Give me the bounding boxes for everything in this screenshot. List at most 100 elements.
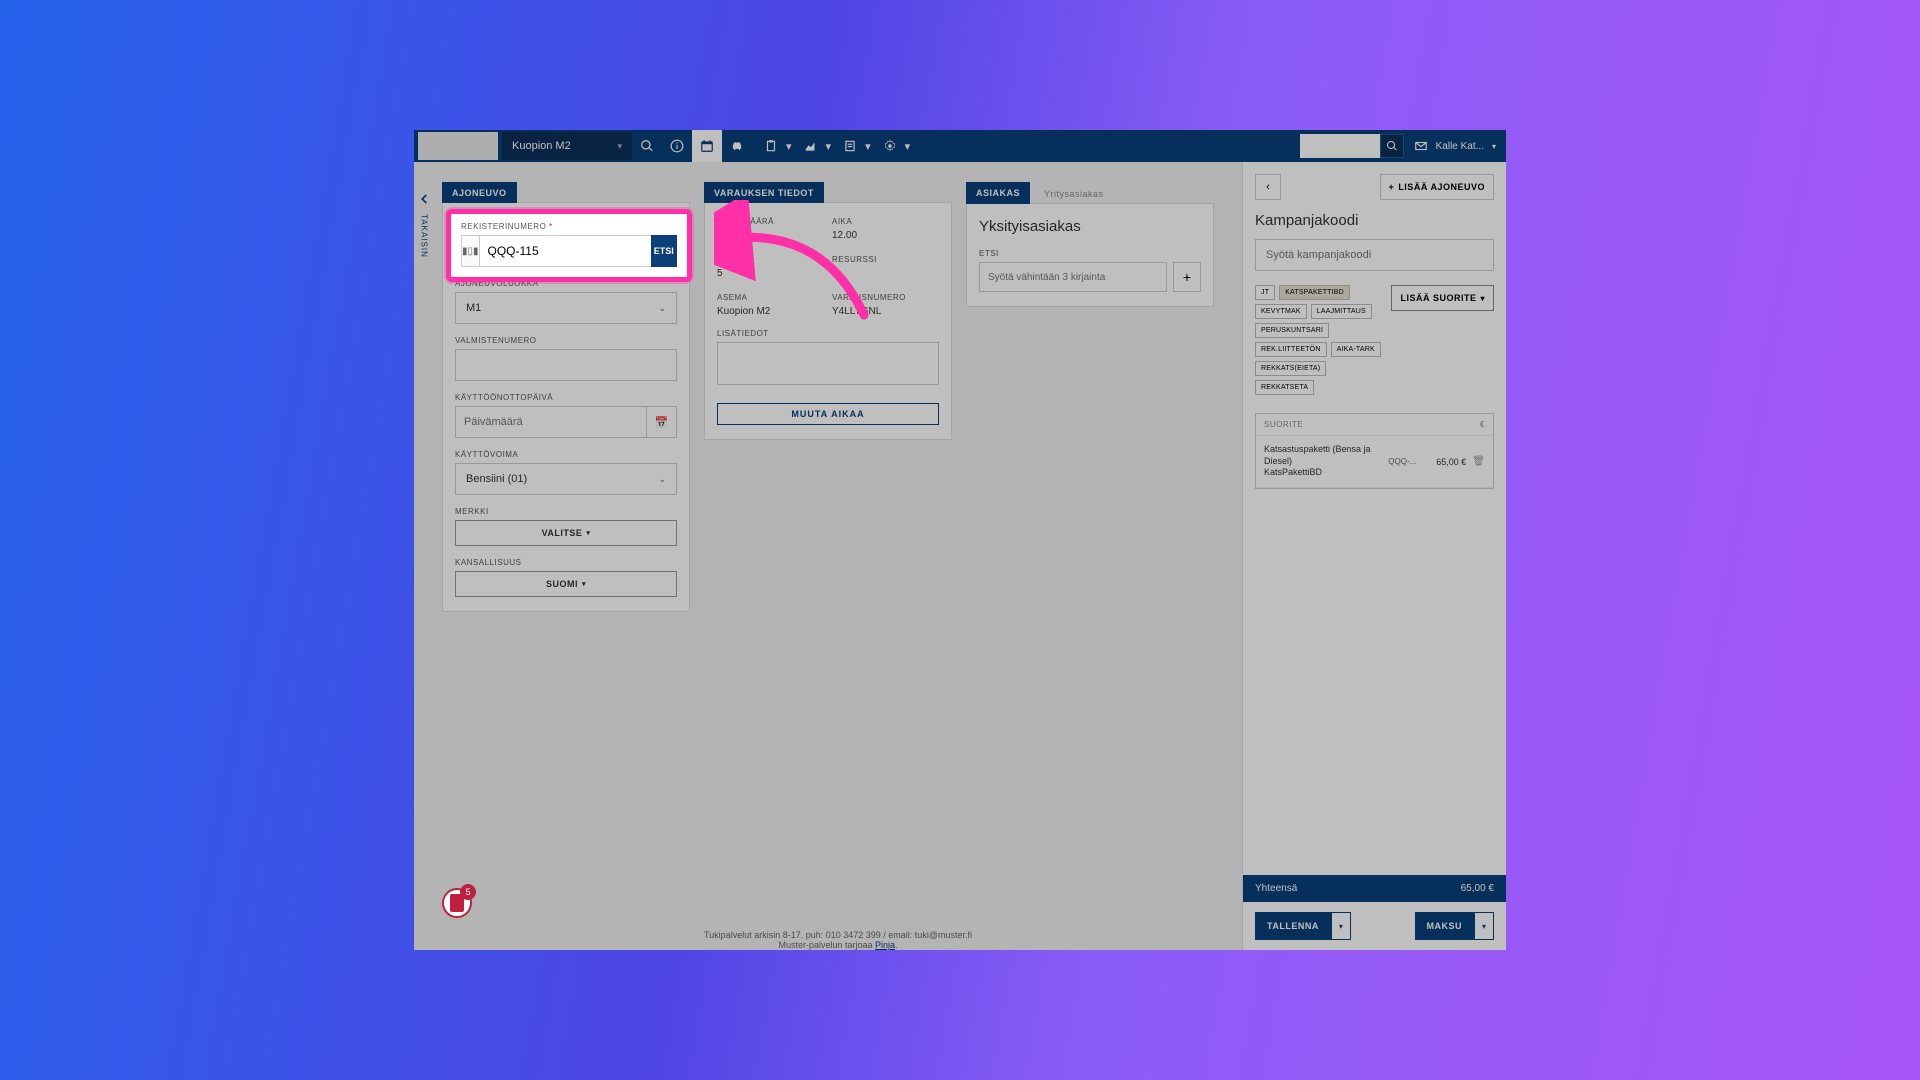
total-label: Yhteensä (1255, 883, 1297, 894)
notification-badge[interactable]: 5 (442, 888, 472, 918)
nationality-label: KANSALLISUUS (455, 558, 677, 567)
car-icon-btn[interactable] (722, 130, 752, 162)
service-pill[interactable]: REK.LIITTEETÖN (1255, 342, 1327, 357)
nationality-button[interactable]: SUOMI ▾ (455, 571, 677, 597)
service-pill[interactable]: JT (1255, 285, 1275, 300)
chevron-down-icon: ▾ (1480, 294, 1485, 303)
pay-dropdown[interactable]: ▾ (1474, 912, 1494, 940)
service-pill[interactable]: KEVYTMAK (1255, 304, 1307, 319)
chevron-down-icon: ▾ (582, 580, 586, 588)
tab-customer[interactable]: ASIAKAS (966, 182, 1030, 204)
back-label: TAKAISIN (420, 214, 429, 258)
service-row: Katsastuspaketti (Bensa ja Diesel) KatsP… (1256, 436, 1493, 488)
annotation-arrow (714, 200, 884, 330)
add-vehicle-label: LISÄÄ AJONEUVO (1398, 182, 1485, 192)
campaign-input[interactable] (1255, 239, 1494, 271)
add-service-label: LISÄÄ SUORITE (1400, 293, 1476, 303)
add-customer-button[interactable]: + (1173, 262, 1201, 292)
top-icon-row: ▾ ▾ ▾ ▾ (632, 130, 914, 162)
user-name: Kalle Kat... (1436, 141, 1484, 152)
back-rail[interactable]: TAKAISIN (414, 162, 434, 950)
power-label: KÄYTTÖVOIMA (455, 450, 677, 459)
chevron-down-icon: ▾ (617, 141, 622, 152)
mail-icon (1414, 139, 1428, 153)
customer-title: Yksityisasiakas (979, 218, 1201, 235)
notif-count: 5 (460, 884, 476, 900)
calendar-icon-btn[interactable] (692, 130, 722, 162)
trash-icon[interactable]: 🗑 (1472, 456, 1485, 467)
service-list: SUORITE € Katsastuspaketti (Bensa ja Die… (1255, 413, 1494, 489)
class-select[interactable]: M1 ⌄ (455, 292, 677, 324)
calendar-icon[interactable]: 📅 (647, 406, 677, 438)
top-search (1300, 134, 1404, 158)
gear-icon-btn[interactable] (875, 130, 905, 162)
service-pill[interactable]: REKKATS(EIETA) (1255, 361, 1326, 376)
station-selector[interactable]: Kuopion M2 ▾ (502, 132, 632, 160)
save-split-button: TALLENNA ▾ (1255, 912, 1351, 940)
collapse-button[interactable]: ‹ (1255, 174, 1281, 200)
chevron-down-icon: ▾ (865, 140, 871, 153)
action-row: TALLENNA ▾ MAKSU ▾ (1243, 902, 1506, 950)
footer-line2-pre: Muster-palvelun tarjoaa (778, 940, 875, 950)
service-name: Katsastuspaketti (Bensa ja Diesel) KatsP… (1264, 444, 1382, 479)
highlight-box: REKISTERINUMERO ▮▯▮ ETSI (446, 209, 692, 282)
list-icon-btn[interactable] (835, 130, 865, 162)
info-icon-btn[interactable] (662, 130, 692, 162)
user-menu[interactable]: Kalle Kat... ▾ (1414, 139, 1496, 153)
reg-label: REKISTERINUMERO (461, 222, 677, 231)
app-window: Kuopion M2 ▾ ▾ ▾ ▾ ▾ (414, 130, 1506, 950)
chevron-down-icon: ▾ (826, 140, 832, 153)
service-pill[interactable]: LAAJMITTAUS (1311, 304, 1372, 319)
logo (418, 132, 498, 160)
search-button[interactable]: ETSI (651, 235, 677, 267)
change-time-button[interactable]: MUUTA AIKAA (717, 403, 939, 425)
right-column: ‹ +LISÄÄ AJONEUVO Kampanjakoodi JT KATSPA… (1242, 162, 1506, 950)
add-service-button[interactable]: LISÄÄ SUORITE ▾ (1391, 285, 1494, 311)
customer-search-input[interactable] (979, 262, 1167, 292)
clipboard-icon-btn[interactable] (756, 130, 786, 162)
power-select[interactable]: Bensiini (01) ⌄ (455, 463, 677, 495)
total-value: 65,00 € (1461, 883, 1494, 894)
chart-icon-btn[interactable] (796, 130, 826, 162)
back-arrow-icon (417, 192, 431, 206)
service-pill[interactable]: KATSPAKETTIBD (1279, 285, 1350, 300)
campaign-title: Kampanjakoodi (1255, 212, 1494, 229)
add-vehicle-button[interactable]: +LISÄÄ AJONEUVO (1380, 174, 1494, 200)
service-pill[interactable]: AIKA-TARK (1331, 342, 1381, 357)
service-header: SUORITE (1264, 420, 1303, 429)
tab-company-customer[interactable]: Yritysasiakas (1034, 182, 1114, 204)
chevron-down-icon: ⌄ (658, 303, 666, 314)
chevron-down-icon: ▾ (586, 529, 590, 537)
footer-line1: Tukipalvelut arkisin 8-17. puh: 010 3472… (442, 930, 1234, 940)
save-dropdown[interactable]: ▾ (1331, 912, 1351, 940)
price-header: € (1480, 420, 1485, 429)
total-bar: Yhteensä 65,00 € (1243, 875, 1506, 902)
top-search-button[interactable] (1380, 134, 1404, 158)
footer: Tukipalvelut arkisin 8-17. puh: 010 3472… (442, 924, 1234, 950)
extra-textarea[interactable] (717, 342, 939, 385)
customer-panel: Yksityisasiakas ETSI + (966, 203, 1214, 307)
firstuse-label: KÄYTTÖÖNOTTOPÄIVÄ (455, 393, 677, 402)
brand-button[interactable]: VALITSE ▾ (455, 520, 677, 546)
station-name: Kuopion M2 (512, 140, 571, 152)
footer-link[interactable]: Pinja (875, 940, 895, 950)
pay-button[interactable]: MAKSU (1415, 912, 1475, 940)
chevron-down-icon: ▾ (905, 140, 911, 153)
save-button[interactable]: TALLENNA (1255, 912, 1331, 940)
pay-split-button: MAKSU ▾ (1415, 912, 1495, 940)
vin-input[interactable] (455, 349, 677, 381)
firstuse-input[interactable] (455, 406, 647, 438)
reg-input[interactable] (479, 235, 652, 267)
topbar: Kuopion M2 ▾ ▾ ▾ ▾ ▾ (414, 130, 1506, 162)
barcode-icon: ▮▯▮ (461, 235, 479, 267)
nationality-button-label: SUOMI (546, 579, 578, 589)
service-pill[interactable]: PERUSKUNTSARI (1255, 323, 1329, 338)
service-pill[interactable]: REKKATSETA (1255, 380, 1314, 395)
brand-button-label: VALITSE (542, 528, 583, 538)
vin-label: VALMISTENUMERO (455, 336, 677, 345)
top-search-input[interactable] (1300, 134, 1380, 158)
search-icon-btn[interactable] (632, 130, 662, 162)
service-price: 65,00 € (1428, 457, 1466, 467)
tab-vehicle[interactable]: AJONEUVO (442, 182, 517, 203)
chevron-down-icon: ⌄ (658, 474, 666, 485)
